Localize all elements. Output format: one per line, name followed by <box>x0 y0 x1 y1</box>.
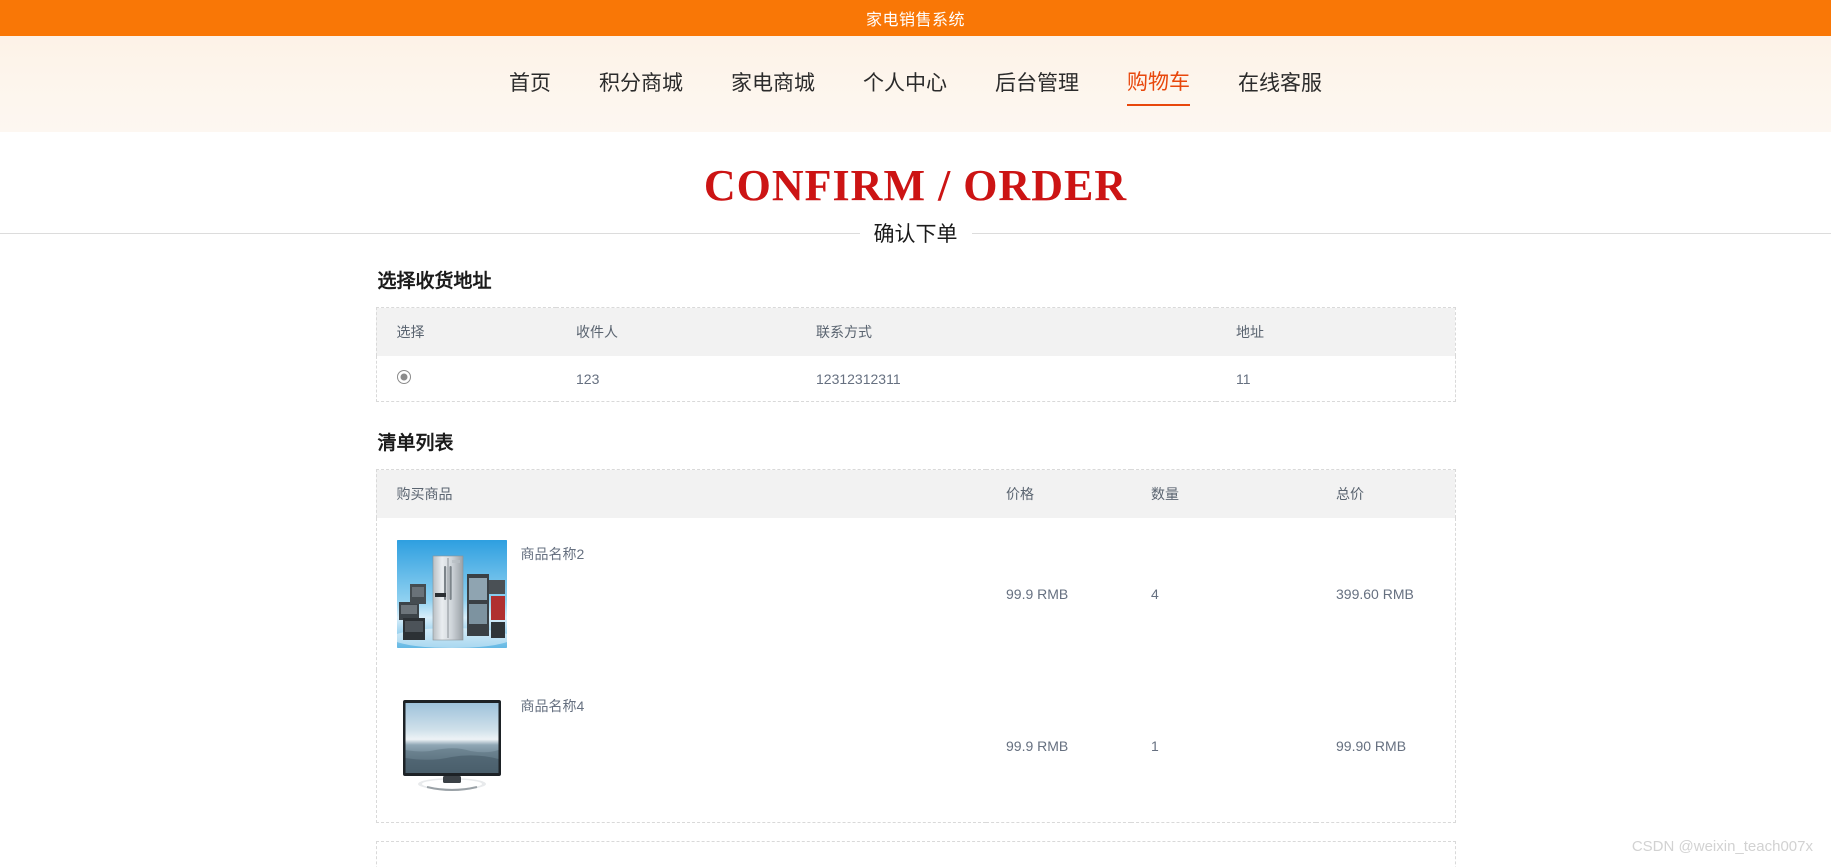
nav-item-online-service[interactable]: 在线客服 <box>1238 71 1322 104</box>
app-title: 家电销售系统 <box>865 12 965 29</box>
product-quantity: 1 <box>1151 738 1159 755</box>
col-recipient: 收件人 <box>576 324 618 341</box>
address-address: 11 <box>1236 370 1251 387</box>
nav-item-points-mall[interactable]: 积分商城 <box>599 71 683 104</box>
address-select-cell[interactable] <box>376 356 556 402</box>
address-table: 选择 收件人 联系方式 地址 123 12312312311 11 <box>375 307 1456 403</box>
checkout-bar: 总价：499.50RMB 支付 <box>375 841 1456 867</box>
address-contact: 12312312311 <box>816 370 901 387</box>
flatscreen-tv-icon <box>396 692 507 801</box>
watermark: CSDN @weixin_teach007x <box>1631 838 1813 855</box>
list-section-title: 清单列表 <box>377 433 454 455</box>
col-contact: 联系方式 <box>816 324 872 341</box>
product-subtotal: 99.90 RMB <box>1336 738 1407 755</box>
col-select: 选择 <box>396 324 425 341</box>
order-table-header-row: 购买商品 价格 数量 总价 <box>376 469 1455 519</box>
order-items-table: 购买商品 价格 数量 总价 商品名称2 99.9 RMB 4 399.60 RM… <box>375 469 1456 824</box>
col-address: 地址 <box>1236 324 1264 341</box>
col-price: 价格 <box>1006 486 1034 503</box>
nav-bar: 首页 积分商城 家电商城 个人中心 后台管理 购物车 在线客服 <box>0 36 1831 132</box>
table-row[interactable]: 商品名称4 99.9 RMB 1 99.90 RMB <box>376 670 1455 823</box>
refrigerator-appliances-icon <box>396 540 507 649</box>
nav-item-user-center[interactable]: 个人中心 <box>863 71 947 104</box>
address-table-header-row: 选择 收件人 联系方式 地址 <box>376 307 1455 357</box>
col-subtotal: 总价 <box>1336 486 1364 503</box>
address-radio-button[interactable] <box>396 370 411 385</box>
product-thumbnail-image <box>396 692 507 801</box>
address-recipient: 123 <box>576 370 600 387</box>
subtitle-divider-left <box>0 232 860 234</box>
top-bar: 家电销售系统 <box>0 0 1831 36</box>
table-row[interactable]: 123 12312312311 11 <box>376 356 1455 402</box>
product-quantity: 4 <box>1151 586 1159 603</box>
page-header: CONFIRM / ORDER 确认下单 <box>0 132 1831 248</box>
address-section-title: 选择收货地址 <box>377 271 492 293</box>
product-name: 商品名称4 <box>520 698 585 715</box>
product-price: 99.9 RMB <box>1006 738 1069 755</box>
product-thumbnail-image <box>396 540 507 649</box>
nav-item-cart[interactable]: 购物车 <box>1127 70 1190 106</box>
nav-item-home[interactable]: 首页 <box>509 71 551 104</box>
content-container: 选择收货地址 选择 收件人 联系方式 地址 123 12312312311 11… <box>375 248 1456 867</box>
product-name: 商品名称2 <box>520 546 585 563</box>
nav-item-appliance-mall[interactable]: 家电商城 <box>731 71 815 104</box>
page-title: CONFIRM / ORDER <box>703 161 1128 210</box>
order-product-cell-1: 商品名称2 <box>376 518 986 670</box>
col-product: 购买商品 <box>396 486 453 503</box>
product-subtotal: 399.60 RMB <box>1336 586 1414 603</box>
nav-item-admin[interactable]: 后台管理 <box>995 71 1079 104</box>
main-navigation: 首页 积分商城 家电商城 个人中心 后台管理 购物车 在线客服 <box>509 62 1322 106</box>
col-qty: 数量 <box>1151 486 1179 503</box>
subtitle-divider-right <box>971 232 1831 234</box>
table-row[interactable]: 商品名称2 99.9 RMB 4 399.60 RMB <box>376 518 1455 670</box>
product-price: 99.9 RMB <box>1006 586 1069 603</box>
page-subtitle-row: 确认下单 <box>0 218 1831 248</box>
order-product-cell-2: 商品名称4 <box>376 670 986 823</box>
page-subtitle: 确认下单 <box>873 223 958 247</box>
